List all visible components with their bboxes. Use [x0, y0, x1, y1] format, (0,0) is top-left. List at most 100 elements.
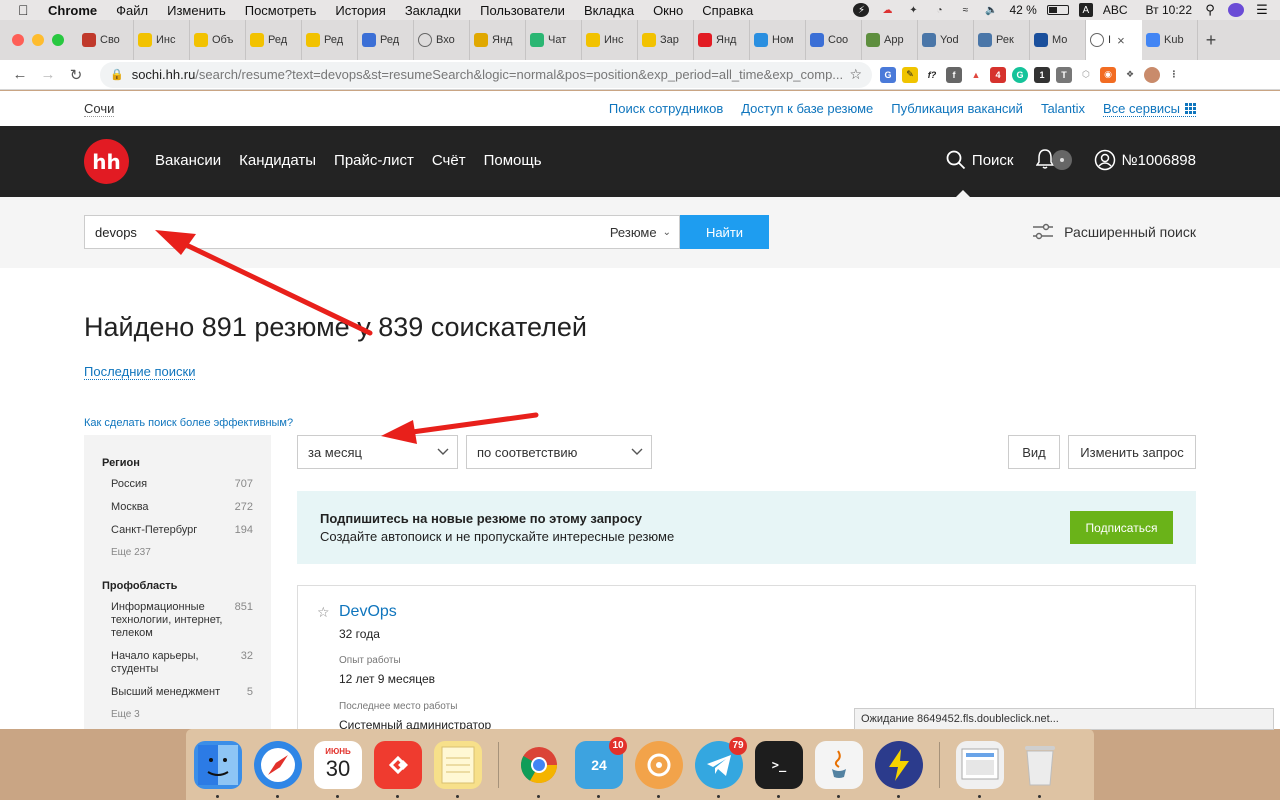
- spotlight-icon[interactable]: ⚲: [1202, 2, 1218, 17]
- link-resume-db-access[interactable]: Доступ к базе резюме: [741, 101, 873, 117]
- lock-icon[interactable]: 🔒: [110, 68, 124, 81]
- region-filter-item[interactable]: Санкт-Петербург 194: [102, 524, 253, 537]
- pen-extension-icon[interactable]: ✎: [902, 66, 918, 83]
- menu-bookmarks[interactable]: Закладки: [405, 3, 461, 18]
- browser-tab[interactable]: Вхо: [414, 20, 470, 60]
- chrome-icon[interactable]: [515, 741, 563, 798]
- forward-button[interactable]: →: [34, 66, 62, 83]
- menu-window[interactable]: Окно: [653, 3, 683, 18]
- browser-tab[interactable]: Сво: [78, 20, 134, 60]
- browser-tab[interactable]: Инс: [582, 20, 638, 60]
- profareas-more-link[interactable]: Еще 3: [102, 709, 253, 720]
- terminal-icon[interactable]: >_: [755, 740, 803, 798]
- menu-file[interactable]: Файл: [116, 3, 148, 18]
- browser-tab[interactable]: Yod: [918, 20, 974, 60]
- 24-icon[interactable]: 24 10: [575, 736, 627, 798]
- browser-tab[interactable]: Мо: [1030, 20, 1086, 60]
- telegram-icon[interactable]: 79: [695, 736, 747, 798]
- formula-extension-icon[interactable]: f?: [924, 66, 940, 83]
- back-button[interactable]: ←: [6, 66, 34, 83]
- link-find-employees[interactable]: Поиск сотрудников: [609, 101, 723, 117]
- browser-tab[interactable]: Ред: [358, 20, 414, 60]
- favorite-star-icon[interactable]: ☆: [317, 604, 330, 621]
- notes-icon[interactable]: [434, 740, 482, 798]
- safari-icon[interactable]: [254, 740, 302, 798]
- drive-extension-icon[interactable]: ▲: [968, 66, 984, 83]
- hexagon-extension-icon[interactable]: ⬡: [1078, 66, 1094, 83]
- search-type-dropdown[interactable]: Резюме ⌄: [610, 225, 671, 240]
- hh-logo[interactable]: hh: [84, 139, 129, 184]
- browser-tab[interactable]: Рек: [974, 20, 1030, 60]
- close-window-button[interactable]: [12, 34, 24, 46]
- bolt-icon[interactable]: [875, 740, 923, 798]
- nav-vacancies[interactable]: Вакансии: [155, 152, 221, 169]
- battery-icon[interactable]: [1046, 5, 1069, 15]
- vpn-icon[interactable]: [635, 740, 683, 798]
- search-tips-link[interactable]: Как сделать поиск более эффективным?: [84, 417, 293, 429]
- browser-tab[interactable]: Чат: [526, 20, 582, 60]
- menu-tab[interactable]: Вкладка: [584, 3, 634, 18]
- account-menu[interactable]: №1006898: [1094, 149, 1196, 171]
- link-post-vacancies[interactable]: Публикация вакансий: [891, 101, 1023, 117]
- profarea-filter-item[interactable]: Начало карьеры, студенты 32: [102, 650, 253, 676]
- volume-icon[interactable]: 🔈: [983, 3, 999, 17]
- regions-more-link[interactable]: Еще 237: [102, 547, 253, 558]
- edit-query-button[interactable]: Изменить запрос: [1068, 435, 1196, 469]
- grammarly-extension-icon[interactable]: G: [1012, 66, 1028, 83]
- resume-title-link[interactable]: DevOps: [339, 603, 397, 621]
- recent-searches-link[interactable]: Последние поиски: [84, 364, 196, 380]
- cube-extension-icon[interactable]: 1: [1034, 66, 1050, 83]
- siri-icon[interactable]: [1228, 3, 1244, 17]
- browser-tab[interactable]: Инс: [134, 20, 190, 60]
- input-source-icon[interactable]: A: [1078, 3, 1093, 17]
- apple-icon[interactable]: : [18, 2, 32, 18]
- profarea-filter-item[interactable]: Высший менеджмент 5: [102, 686, 253, 699]
- minimize-window-button[interactable]: [32, 34, 44, 46]
- browser-tab[interactable]: Coo: [806, 20, 862, 60]
- clock[interactable]: Вт 10:22: [1146, 3, 1192, 17]
- preview-icon[interactable]: [956, 740, 1004, 798]
- browser-tab[interactable]: Ред: [246, 20, 302, 60]
- region-filter-item[interactable]: Россия 707: [102, 478, 253, 491]
- menu-view[interactable]: Посмотреть: [245, 3, 317, 18]
- wifi-icon[interactable]: ≈: [957, 3, 973, 17]
- bolt-status-icon[interactable]: ⚡: [853, 3, 870, 17]
- browser-tab[interactable]: Ред: [302, 20, 358, 60]
- puzzle-extensions-icon[interactable]: ❖: [1122, 66, 1138, 83]
- view-button[interactable]: Вид: [1008, 435, 1060, 469]
- link-talantix[interactable]: Talantix: [1041, 101, 1085, 117]
- browser-tab[interactable]: Зар: [638, 20, 694, 60]
- cloud-status-icon[interactable]: ☁: [879, 3, 895, 17]
- nav-help[interactable]: Помощь: [484, 152, 542, 169]
- notification-center-icon[interactable]: ☰: [1254, 2, 1270, 17]
- trash-icon[interactable]: [1016, 741, 1064, 798]
- java-icon[interactable]: [815, 740, 863, 798]
- more-menu-icon[interactable]: ⋮: [1166, 66, 1182, 83]
- menu-help[interactable]: Справка: [702, 3, 753, 18]
- zoom-window-button[interactable]: [52, 34, 64, 46]
- bookmark-star-icon[interactable]: ☆: [849, 66, 862, 83]
- nav-account-bill[interactable]: Счёт: [432, 152, 466, 169]
- header-search-button[interactable]: Поиск: [946, 150, 1014, 170]
- region-filter-item[interactable]: Москва 272: [102, 501, 253, 514]
- city-selector[interactable]: Сочи: [84, 101, 115, 117]
- rss-extension-icon[interactable]: ◉: [1100, 66, 1116, 83]
- timer-status-icon[interactable]: ◔: [931, 3, 947, 17]
- reload-button[interactable]: ↻: [62, 66, 90, 84]
- browser-tab[interactable]: Kub: [1142, 20, 1198, 60]
- find-button[interactable]: Найти: [680, 215, 769, 249]
- vpn-status-icon[interactable]: ✦: [905, 3, 921, 17]
- translate-extension-icon[interactable]: G: [880, 66, 896, 83]
- browser-tab-active[interactable]: I ×: [1086, 20, 1142, 60]
- profarea-filter-item[interactable]: Информационные технологии, интернет, тел…: [102, 601, 253, 640]
- browser-tab[interactable]: App: [862, 20, 918, 60]
- menu-people[interactable]: Пользователи: [480, 3, 565, 18]
- text-extension-icon[interactable]: T: [1056, 66, 1072, 83]
- anydesk-icon[interactable]: [374, 740, 422, 798]
- sort-select[interactable]: по соответствию: [466, 435, 652, 469]
- close-tab-icon[interactable]: ×: [1117, 33, 1125, 48]
- finder-icon[interactable]: [194, 740, 242, 798]
- period-select[interactable]: за месяц: [297, 435, 458, 469]
- profile-avatar-icon[interactable]: [1144, 66, 1160, 83]
- nav-candidates[interactable]: Кандидаты: [239, 152, 316, 169]
